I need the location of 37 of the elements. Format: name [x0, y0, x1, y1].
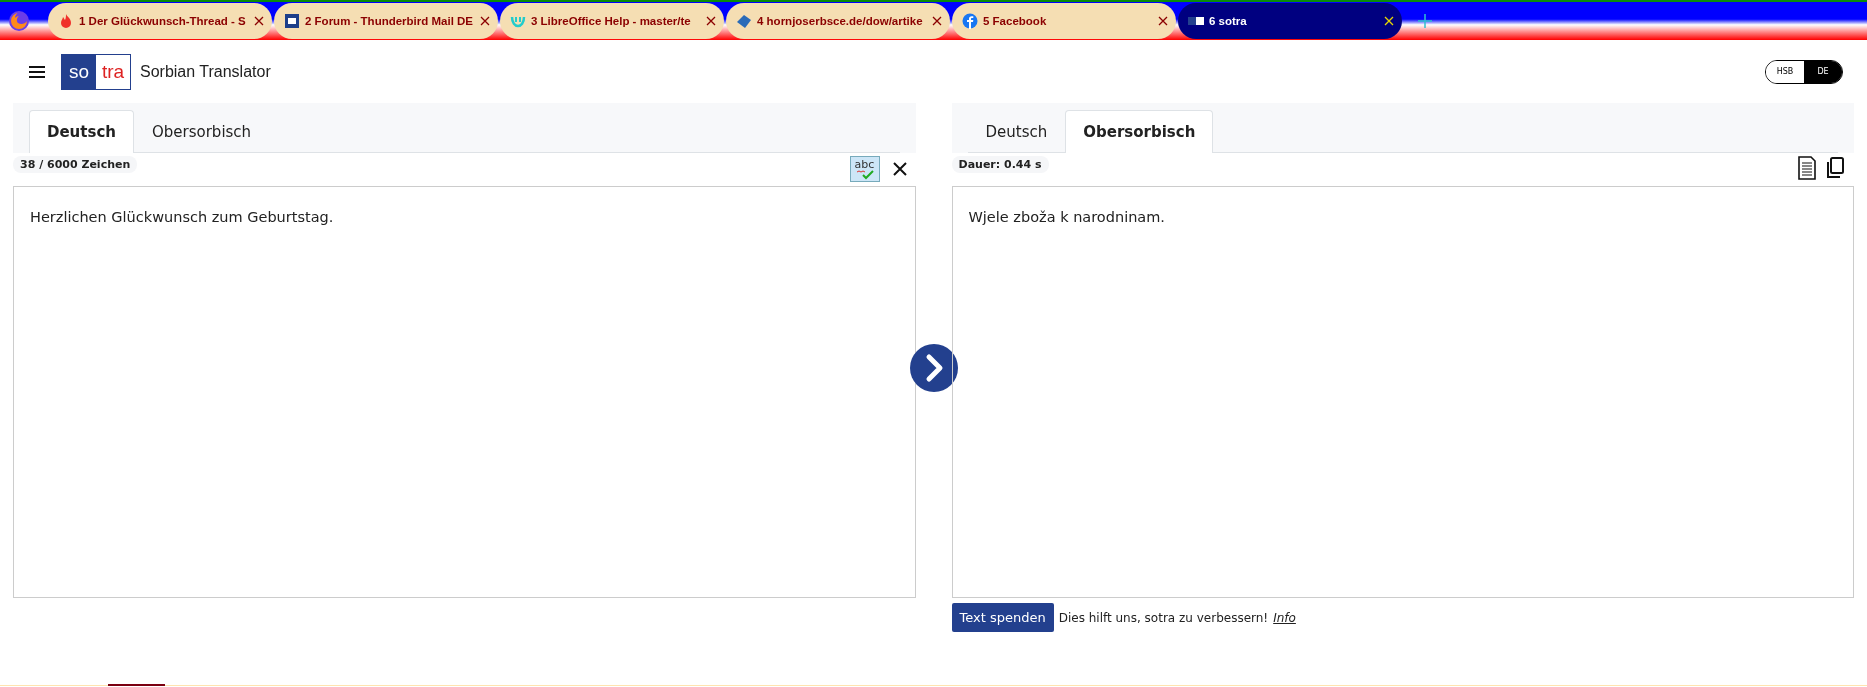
- info-link[interactable]: Info: [1273, 610, 1296, 625]
- close-icon[interactable]: [706, 16, 716, 26]
- facebook-icon: [962, 13, 978, 29]
- close-icon[interactable]: [932, 16, 942, 26]
- close-icon[interactable]: [1158, 16, 1168, 26]
- close-icon[interactable]: [254, 16, 264, 26]
- source-text-field[interactable]: Herzlichen Glückwunsch zum Geburtstag.: [13, 186, 916, 598]
- browser-tab[interactable]: 3 LibreOffice Help - master/te: [500, 3, 724, 39]
- bottom-indicator: [108, 684, 165, 686]
- character-counter: 38 / 6000 Zeichen: [13, 156, 138, 173]
- spellcheck-button[interactable]: abc: [849, 156, 880, 182]
- mail-icon: [284, 13, 300, 29]
- clear-icon[interactable]: [891, 161, 908, 177]
- translation-output: Wjele zboža k narodninam.: [951, 186, 1854, 598]
- browser-logo-icon[interactable]: [8, 10, 30, 32]
- browser-tab[interactable]: 1 Der Glückwunsch-Thread - S: [48, 3, 272, 39]
- donate-text-button[interactable]: Text spenden: [951, 603, 1054, 632]
- close-icon[interactable]: [480, 16, 490, 26]
- flame-icon: [58, 13, 74, 29]
- document-icon[interactable]: [1796, 156, 1818, 180]
- language-tab[interactable]: Obersorbisch: [134, 110, 270, 153]
- language-toggle[interactable]: HSB DE: [1765, 59, 1843, 84]
- language-tab[interactable]: Deutsch: [29, 110, 134, 153]
- app-title: Sorbian Translator: [140, 62, 271, 81]
- browser-tab[interactable]: 2 Forum - Thunderbird Mail DE: [274, 3, 498, 39]
- language-tab[interactable]: Obersorbisch: [1065, 110, 1214, 153]
- duration-label: Dauer: 0.44 s: [951, 156, 1049, 173]
- donate-message: Dies hilft uns, sotra zu verbessern!: [1058, 610, 1269, 625]
- browser-tab[interactable]: 4 hornjoserbsce.de/dow/artike: [726, 3, 950, 39]
- new-tab-icon[interactable]: [1418, 14, 1432, 28]
- logo: so tra: [61, 53, 131, 90]
- browser-tab[interactable]: 6 sotra: [1178, 3, 1402, 39]
- copy-icon[interactable]: [1824, 156, 1846, 180]
- language-option[interactable]: DE: [1804, 60, 1842, 83]
- browser-tab[interactable]: 5 Facebook: [952, 3, 1176, 39]
- menu-icon[interactable]: [29, 64, 45, 79]
- language-tab[interactable]: Deutsch: [967, 110, 1066, 153]
